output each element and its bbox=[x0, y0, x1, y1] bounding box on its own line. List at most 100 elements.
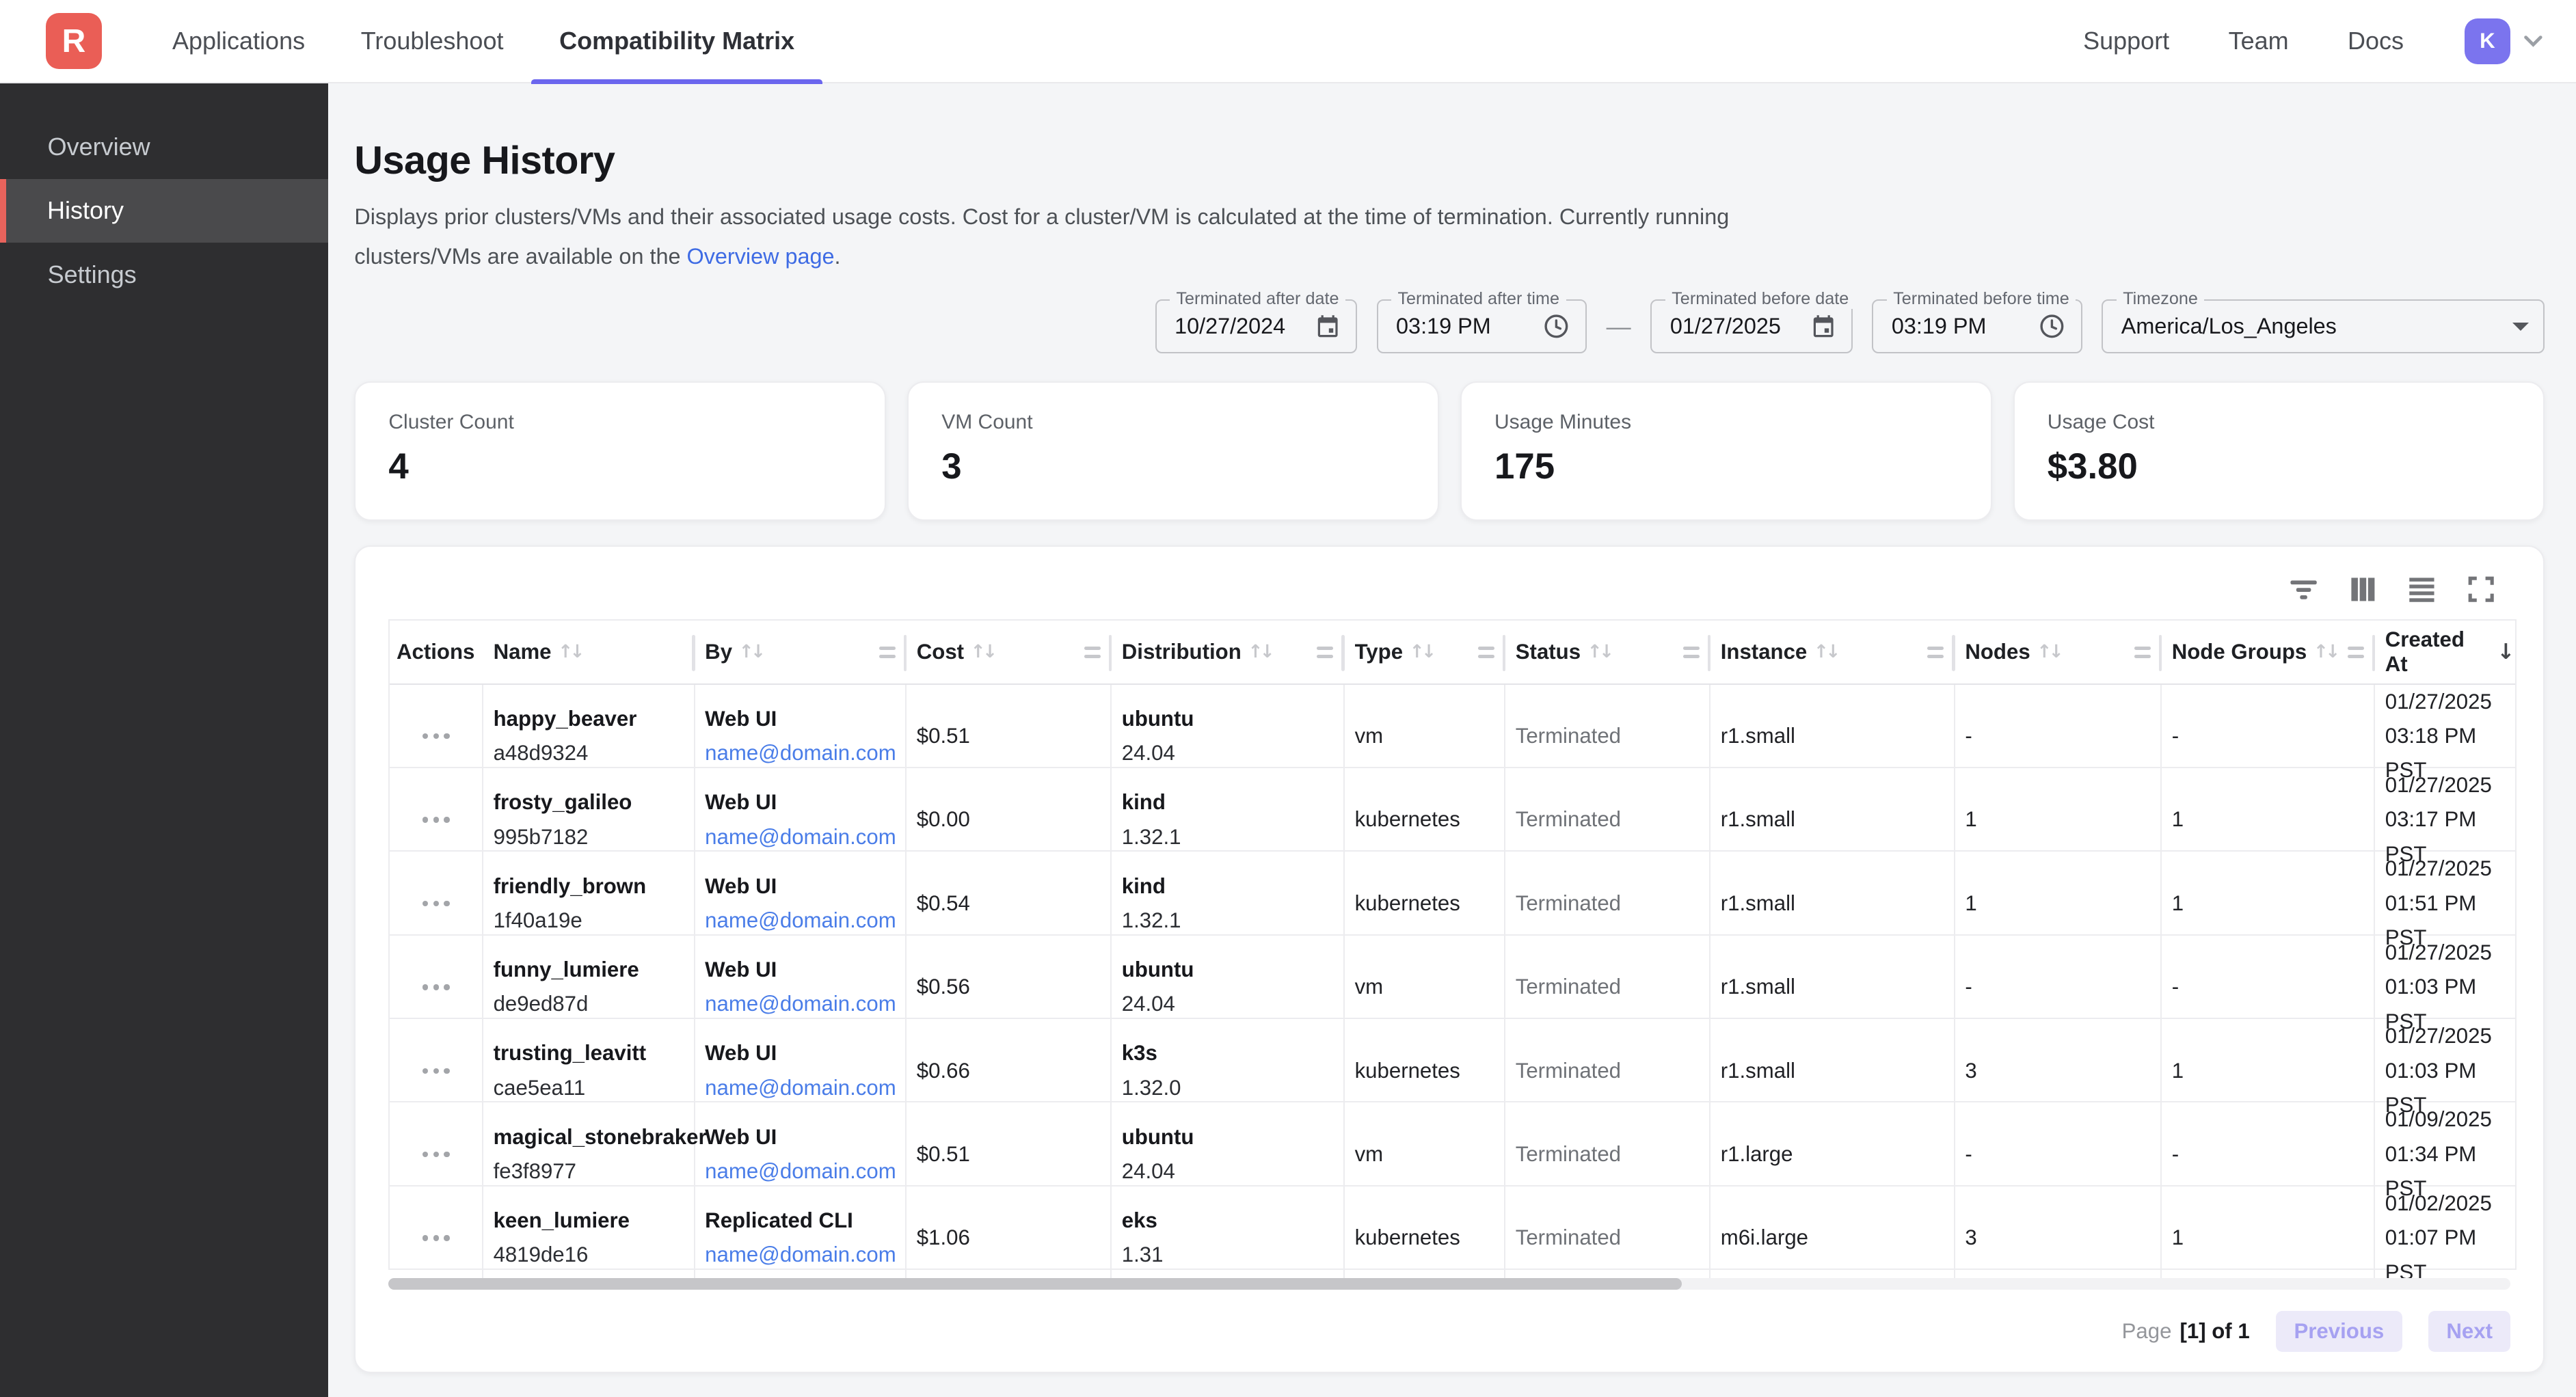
terminated-before-date-value[interactable]: 01/27/2025 bbox=[1670, 314, 1800, 339]
sidebar-item-overview[interactable]: Overview bbox=[0, 115, 328, 179]
column-menu-icon[interactable] bbox=[879, 647, 896, 658]
table-row[interactable]: keen_lumiere 4819de16 Replicated CLI nam… bbox=[390, 1186, 2515, 1270]
sort-icon[interactable]: ↑↓ bbox=[558, 641, 582, 662]
row-actions-button[interactable] bbox=[413, 891, 459, 916]
clock-icon[interactable] bbox=[1542, 312, 1570, 340]
column-header-cost[interactable]: Cost↑↓ bbox=[907, 621, 1112, 683]
sort-icon[interactable]: ↑↓ bbox=[2037, 641, 2061, 662]
row-actions-button[interactable] bbox=[413, 1225, 459, 1251]
column-header-distribution[interactable]: Distribution↑↓ bbox=[1112, 621, 1345, 683]
column-header-name[interactable]: Name↑↓ bbox=[483, 621, 695, 683]
terminated-before-time-value[interactable]: 03:19 PM bbox=[1892, 314, 2028, 339]
column-header-type[interactable]: Type↑↓ bbox=[1345, 621, 1505, 683]
sort-icon[interactable]: ↑↓ bbox=[1814, 641, 1838, 662]
table-row[interactable]: frosty_galileo 995b7182 Web UI name@doma… bbox=[390, 768, 2515, 852]
stat-value: 175 bbox=[1494, 446, 1958, 487]
column-header-node-groups[interactable]: Node Groups↑↓ bbox=[2162, 621, 2375, 683]
type-value: vm bbox=[1355, 970, 1505, 1004]
tab-compatibility-matrix[interactable]: Compatibility Matrix bbox=[531, 0, 822, 82]
sidebar-item-history[interactable]: History bbox=[0, 179, 328, 243]
terminated-before-date-field[interactable]: Terminated before date 01/27/2025 bbox=[1650, 299, 1852, 353]
table-row[interactable]: happy_beaver a48d9324 Web UI name@domain… bbox=[390, 685, 2515, 768]
column-header-instance[interactable]: Instance↑↓ bbox=[1710, 621, 1955, 683]
terminated-after-date-value[interactable]: 10/27/2024 bbox=[1175, 314, 1304, 339]
created-by-email-link[interactable]: name@domain.com bbox=[705, 987, 905, 1021]
column-header-status[interactable]: Status↑↓ bbox=[1505, 621, 1710, 683]
column-menu-icon[interactable] bbox=[2134, 647, 2151, 658]
chevron-down-icon[interactable] bbox=[2523, 35, 2543, 48]
calendar-icon[interactable] bbox=[1315, 313, 1341, 339]
density-icon[interactable] bbox=[2406, 573, 2439, 606]
status-badge: Terminated bbox=[1516, 1221, 1710, 1255]
column-header-nodes[interactable]: Nodes↑↓ bbox=[1955, 621, 2162, 683]
tab-applications[interactable]: Applications bbox=[144, 0, 333, 82]
dropdown-caret-icon[interactable] bbox=[2512, 323, 2529, 331]
created-by-email-link[interactable]: name@domain.com bbox=[705, 736, 905, 770]
column-menu-icon[interactable] bbox=[1084, 647, 1101, 658]
created-by-email-link[interactable]: name@domain.com bbox=[705, 1238, 905, 1272]
column-menu-icon[interactable] bbox=[1683, 647, 1700, 658]
table-row[interactable]: magical_stonebraker fe3f8977 Web UI name… bbox=[390, 1102, 2515, 1186]
type-value: kubernetes bbox=[1355, 802, 1505, 837]
sort-icon[interactable]: ↑↓ bbox=[2313, 641, 2337, 662]
timezone-select[interactable]: Timezone America/Los_Angeles bbox=[2102, 299, 2545, 353]
column-menu-icon[interactable] bbox=[1317, 647, 1333, 658]
previous-page-button[interactable]: Previous bbox=[2276, 1311, 2402, 1352]
clock-icon[interactable] bbox=[2038, 312, 2066, 340]
horizontal-scrollbar-track[interactable] bbox=[388, 1278, 2510, 1290]
sort-icon[interactable]: ↑↓ bbox=[1248, 641, 1272, 662]
terminated-after-date-field[interactable]: Terminated after date 10/27/2024 bbox=[1155, 299, 1357, 353]
row-actions-button[interactable] bbox=[413, 807, 459, 832]
horizontal-scrollbar-thumb[interactable] bbox=[388, 1278, 1681, 1290]
type-value: vm bbox=[1355, 1137, 1505, 1171]
created-by-email-link[interactable]: name@domain.com bbox=[705, 1071, 905, 1105]
column-label: By bbox=[705, 640, 732, 664]
nodes-value: - bbox=[1965, 1137, 2160, 1171]
filter-icon[interactable] bbox=[2287, 573, 2320, 606]
docs-link[interactable]: Docs bbox=[2348, 27, 2404, 55]
row-actions-button[interactable] bbox=[413, 975, 459, 1000]
type-value: kubernetes bbox=[1355, 1054, 1505, 1088]
columns-icon[interactable] bbox=[2346, 573, 2379, 606]
sort-icon[interactable]: ↑↓ bbox=[1410, 641, 1434, 662]
column-menu-icon[interactable] bbox=[1478, 647, 1494, 658]
created-by-source: Web UI bbox=[705, 869, 905, 904]
tab-troubleshoot[interactable]: Troubleshoot bbox=[333, 0, 531, 82]
column-header-by[interactable]: By ↑↓ bbox=[695, 621, 907, 683]
row-actions-button[interactable] bbox=[413, 1142, 459, 1167]
cell-cost: $1.06 bbox=[907, 1186, 1112, 1290]
table-row[interactable]: friendly_brown 1f40a19e Web UI name@doma… bbox=[390, 852, 2515, 935]
support-link[interactable]: Support bbox=[2083, 27, 2169, 55]
column-header-created-at[interactable]: Created At↓ bbox=[2375, 621, 2514, 683]
created-by-email-link[interactable]: name@domain.com bbox=[705, 1154, 905, 1189]
next-page-button[interactable]: Next bbox=[2428, 1311, 2510, 1352]
sidebar-item-settings[interactable]: Settings bbox=[0, 243, 328, 307]
column-menu-icon[interactable] bbox=[1927, 647, 1944, 658]
column-menu-icon[interactable] bbox=[2348, 647, 2364, 658]
cell-created-at: 01/02/2025 01:07 PM PST bbox=[2375, 1186, 2514, 1290]
terminated-after-time-field[interactable]: Terminated after time 03:19 PM bbox=[1377, 299, 1587, 353]
team-link[interactable]: Team bbox=[2229, 27, 2289, 55]
table-row[interactable]: funny_lumiere de9ed87d Web UI name@domai… bbox=[390, 936, 2515, 1019]
sort-desc-icon[interactable]: ↓ bbox=[2497, 640, 2514, 664]
sort-icon[interactable]: ↑↓ bbox=[1587, 641, 1611, 662]
timezone-value[interactable]: America/Los_Angeles bbox=[2121, 314, 2503, 339]
calendar-icon[interactable] bbox=[1810, 313, 1836, 339]
cost-value: $0.00 bbox=[917, 802, 1111, 837]
node-groups-value: 1 bbox=[2172, 1054, 2374, 1088]
sort-icon[interactable]: ↑↓ bbox=[739, 641, 763, 662]
overview-page-link[interactable]: Overview page bbox=[687, 244, 835, 269]
created-by-email-link[interactable]: name@domain.com bbox=[705, 904, 905, 938]
table-row[interactable]: trusting_leavitt cae5ea11 Web UI name@do… bbox=[390, 1019, 2515, 1102]
date-range-separator: — bbox=[1607, 312, 1631, 341]
row-actions-button[interactable] bbox=[413, 1058, 459, 1083]
sort-icon[interactable]: ↑↓ bbox=[971, 641, 995, 662]
row-actions-button[interactable] bbox=[413, 724, 459, 749]
created-by-email-link[interactable]: name@domain.com bbox=[705, 820, 905, 854]
avatar[interactable]: K bbox=[2465, 18, 2510, 64]
terminated-after-time-value[interactable]: 03:19 PM bbox=[1396, 314, 1533, 339]
cluster-name: friendly_brown bbox=[494, 869, 694, 904]
terminated-before-time-field[interactable]: Terminated before time 03:19 PM bbox=[1872, 299, 2082, 353]
instance-value: r1.small bbox=[1721, 802, 1954, 837]
fullscreen-icon[interactable] bbox=[2465, 573, 2497, 606]
